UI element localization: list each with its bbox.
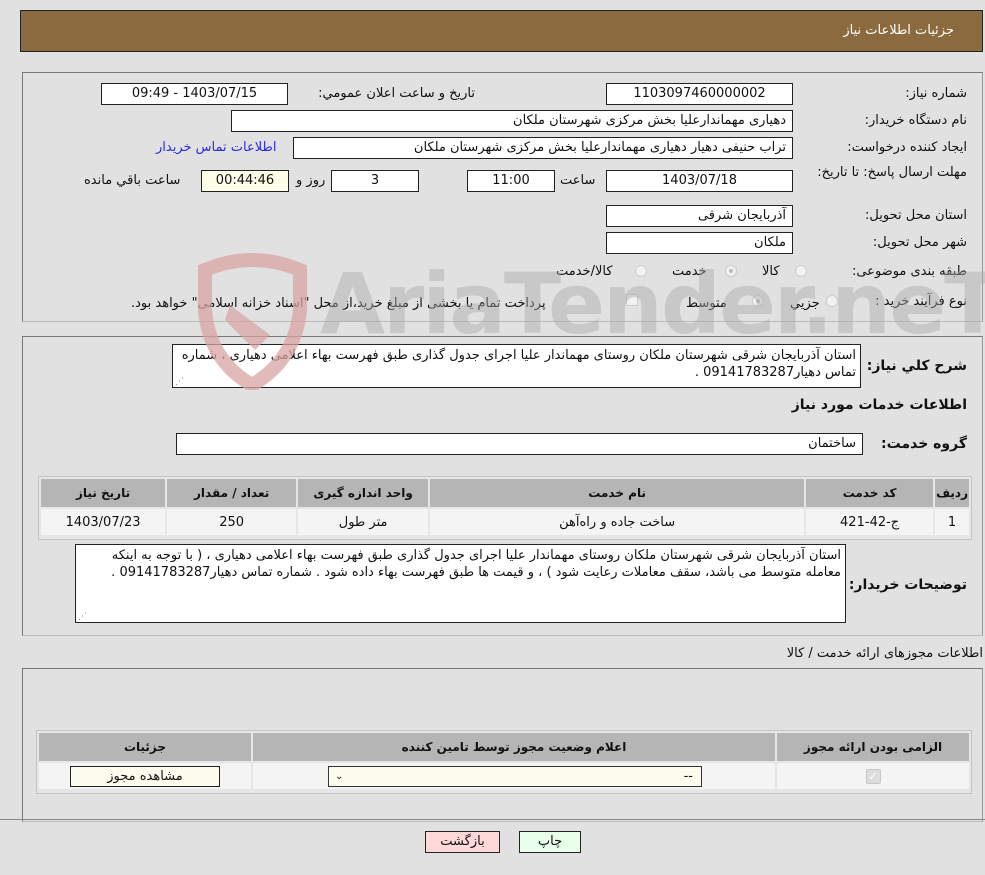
city-label: شهر محل تحویل: (872, 235, 967, 250)
category-option-goods: کالا (762, 264, 780, 279)
permits-table: الزامی بودن ارائه مجوز اعلام وضعیت مجوز … (37, 731, 971, 791)
category-option-goods-service: کالا/خدمت (556, 264, 613, 279)
remaining-days-field: 3 (331, 170, 419, 192)
description-textarea[interactable]: استان آذربایجان شرقی شهرستان ملکان روستا… (172, 344, 861, 388)
treasury-checkbox[interactable] (626, 294, 638, 306)
cell-permit-required: ✓ (777, 763, 969, 789)
buyer-org-field: دهیاری مهماندارعلیا بخش مرکزی شهرستان مل… (231, 110, 793, 132)
treasury-checkbox-label: پرداخت تمام یا بخشی از مبلغ خرید،از محل … (131, 296, 546, 311)
purchase-option-minor: جزيي (790, 296, 820, 311)
buyer-notes-label: توضیحات خریدار: (848, 577, 967, 593)
print-button[interactable]: چاپ (519, 831, 581, 853)
category-label: طبقه بندی موضوعی: (851, 264, 967, 279)
col-name: نام خدمت (430, 479, 805, 507)
cell-permit-status: -- ⌄ (253, 763, 775, 789)
permits-table-wrap: الزامی بودن ارائه مجوز اعلام وضعیت مجوز … (36, 730, 972, 794)
service-group-field: ساختمان (176, 433, 863, 455)
col-permit-details: جزئیات (39, 733, 251, 761)
page-title: جزئیات اطلاعات نیاز (843, 23, 954, 38)
table-row: 1 ج-42-421 ساخت جاده و راه‌آهن متر طول 2… (41, 509, 969, 535)
services-table: ردیف کد خدمت نام خدمت واحد اندازه گیری ت… (39, 477, 971, 537)
need-number-field: 1103097460000002 (606, 83, 793, 105)
permits-section-title: اطلاعات مجوزهای ارائه خدمت / کالا (786, 646, 983, 661)
purchase-radio-minor[interactable] (826, 295, 838, 307)
category-radio-service[interactable] (725, 265, 737, 277)
cell-name: ساخت جاده و راه‌آهن (430, 509, 805, 535)
permit-status-select[interactable]: -- ⌄ (328, 765, 702, 787)
remaining-time-label: ساعت باقي مانده (84, 173, 181, 188)
buyer-notes-textarea[interactable]: استان آذربایجان شرقی شهرستان ملکان روستا… (75, 544, 846, 623)
permit-status-value: -- (683, 768, 693, 784)
province-field: آذربایجان شرقی (606, 205, 793, 227)
services-table-header: ردیف کد خدمت نام خدمت واحد اندازه گیری ت… (41, 479, 969, 507)
cell-row: 1 (935, 509, 969, 535)
announce-datetime-field: 1403/07/15 - 09:49 (101, 83, 288, 105)
page-header: جزئیات اطلاعات نیاز (20, 10, 983, 52)
purchase-type-label: نوع فرآیند خرید : (875, 294, 967, 309)
col-unit: واحد اندازه گیری (298, 479, 429, 507)
resize-grip-icon[interactable]: ⋰ (175, 378, 184, 387)
col-code: کد خدمت (806, 479, 934, 507)
requester-field: تراب حنیفی دهیار دهیاری مهماندارعلیا بخش… (293, 137, 793, 159)
resize-grip-icon[interactable]: ⋰ (78, 613, 87, 622)
category-radio-goods[interactable] (795, 265, 807, 277)
bottom-divider (0, 819, 985, 820)
need-number-label: شماره نیاز: (905, 86, 967, 101)
cell-date: 1403/07/23 (41, 509, 166, 535)
service-group-label: گروه خدمت: (881, 436, 967, 452)
col-permit-status: اعلام وضعیت مجوز توسط تامین کننده (253, 733, 775, 761)
col-qty: تعداد / مقدار (167, 479, 297, 507)
buyer-org-label: نام دستگاه خريدار: (864, 113, 967, 128)
days-label: روز و (296, 173, 326, 188)
view-permit-button[interactable]: مشاهده مجوز (70, 765, 220, 787)
requester-label: ایجاد کننده درخواست: (847, 140, 967, 155)
back-button[interactable]: بازگشت (425, 831, 500, 853)
description-text: استان آذربایجان شرقی شهرستان ملکان روستا… (181, 348, 856, 380)
permits-table-header: الزامی بودن ارائه مجوز اعلام وضعیت مجوز … (39, 733, 969, 761)
category-radio-goods-service[interactable] (635, 265, 647, 277)
announce-datetime-label: تاریخ و ساعت اعلان عمومي: (318, 86, 475, 101)
cell-permit-details: مشاهده مجوز (39, 763, 251, 789)
deadline-date-field: 1403/07/18 (606, 170, 793, 192)
table-row: ✓ -- ⌄ مشاهده مجوز (39, 763, 969, 789)
province-label: استان محل تحویل: (865, 208, 967, 223)
cell-code: ج-42-421 (806, 509, 934, 535)
deadline-time-field: 11:00 (467, 170, 555, 192)
city-field: ملکان (606, 232, 793, 254)
cell-unit: متر طول (298, 509, 429, 535)
purchase-option-medium: متوسط (686, 296, 727, 311)
buyer-contact-link[interactable]: اطلاعات تماس خریدار (156, 140, 276, 155)
services-table-wrap: ردیف کد خدمت نام خدمت واحد اندازه گیری ت… (38, 476, 972, 540)
col-date: تاریخ نیاز (41, 479, 166, 507)
purchase-radio-medium[interactable] (752, 295, 764, 307)
category-option-service: خدمت (672, 264, 707, 279)
chevron-down-icon: ⌄ (335, 770, 344, 782)
cell-qty: 250 (167, 509, 297, 535)
description-label: شرح کلي نياز: (866, 358, 967, 374)
deadline-label: مهلت ارسال پاسخ: تا تاریخ: (817, 165, 967, 180)
remaining-time-field: 00:44:46 (201, 170, 289, 192)
col-permit-required: الزامی بودن ارائه مجوز (777, 733, 969, 761)
deadline-time-label: ساعت (560, 173, 596, 188)
buyer-notes-text: استان آذربایجان شرقی شهرستان ملکان روستا… (111, 548, 841, 580)
permit-required-checkbox[interactable]: ✓ (865, 768, 881, 784)
col-row: ردیف (935, 479, 969, 507)
services-section-title: اطلاعات خدمات مورد نیاز (791, 397, 967, 413)
